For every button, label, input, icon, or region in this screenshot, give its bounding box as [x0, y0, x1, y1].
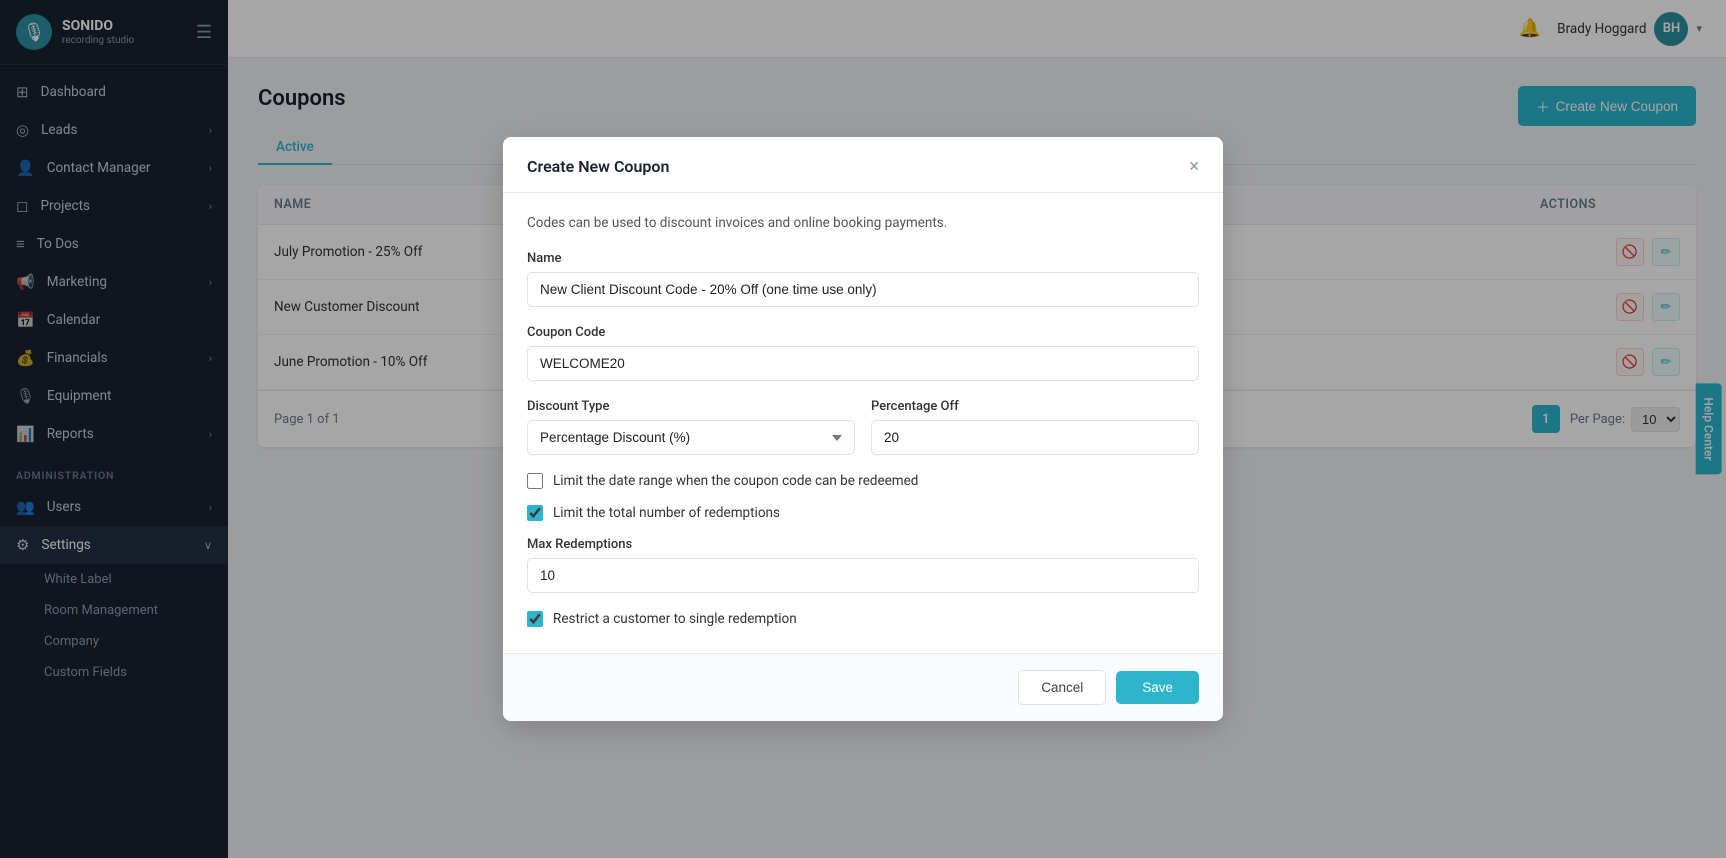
modal-title: Create New Coupon [527, 157, 669, 176]
max-redemptions-input[interactable] [527, 558, 1199, 593]
discount-type-select[interactable]: Percentage Discount (%) Fixed Amount [527, 420, 855, 455]
discount-row: Discount Type Percentage Discount (%) Fi… [527, 399, 1199, 473]
percentage-off-label: Percentage Off [871, 399, 1199, 414]
modal-body: Codes can be used to discount invoices a… [503, 193, 1223, 653]
single-redemption-checkbox[interactable] [527, 611, 543, 627]
date-range-checkbox-label: Limit the date range when the coupon cod… [553, 473, 918, 489]
date-range-checkbox[interactable] [527, 473, 543, 489]
max-redemptions-label: Max Redemptions [527, 537, 1199, 552]
modal-close-button[interactable]: × [1189, 158, 1199, 176]
cancel-button[interactable]: Cancel [1018, 670, 1106, 705]
modal-footer: Cancel Save [503, 653, 1223, 721]
single-redemption-checkbox-label: Restrict a customer to single redemption [553, 611, 797, 627]
modal-header: Create New Coupon × [503, 137, 1223, 193]
max-redemptions-group: Max Redemptions [527, 537, 1199, 593]
modal-description: Codes can be used to discount invoices a… [527, 215, 1199, 231]
create-coupon-modal: Create New Coupon × Codes can be used to… [503, 137, 1223, 721]
save-button[interactable]: Save [1116, 671, 1199, 704]
redemptions-checkbox-label: Limit the total number of redemptions [553, 505, 780, 521]
percentage-off-group: Percentage Off [871, 399, 1199, 455]
redemptions-checkbox-row: Limit the total number of redemptions [527, 505, 1199, 521]
redemptions-checkbox[interactable] [527, 505, 543, 521]
date-range-checkbox-row: Limit the date range when the coupon cod… [527, 473, 1199, 489]
discount-type-group: Discount Type Percentage Discount (%) Fi… [527, 399, 855, 455]
single-redemption-checkbox-row: Restrict a customer to single redemption [527, 611, 1199, 627]
percentage-off-input[interactable] [871, 420, 1199, 455]
name-label: Name [527, 251, 1199, 266]
coupon-code-field-group: Coupon Code [527, 325, 1199, 381]
discount-type-label: Discount Type [527, 399, 855, 414]
name-input[interactable] [527, 272, 1199, 307]
coupon-code-input[interactable] [527, 346, 1199, 381]
modal-overlay: Create New Coupon × Codes can be used to… [0, 0, 1726, 858]
name-field-group: Name [527, 251, 1199, 307]
coupon-code-label: Coupon Code [527, 325, 1199, 340]
